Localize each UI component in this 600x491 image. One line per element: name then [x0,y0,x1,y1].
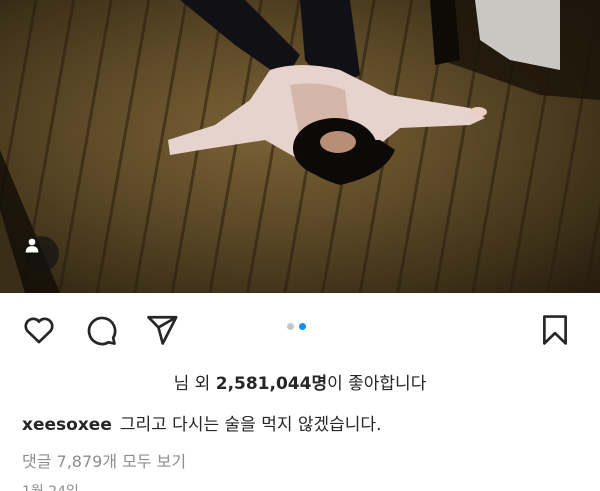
post-date: 1월 24일 [22,481,79,491]
comment-button[interactable] [84,313,118,347]
likes-summary[interactable]: 님 외 2,581,044명이 좋아합니다 [0,369,600,394]
bookmark-icon [543,315,567,345]
comment-bubble-icon [87,316,117,346]
share-button[interactable] [145,313,179,347]
carousel-dot-active[interactable] [299,323,306,330]
likes-suffix: 이 좋아합니다 [327,374,427,394]
person-icon [25,238,39,253]
like-button[interactable] [22,313,56,347]
paper-plane-icon [147,315,178,345]
heart-icon [24,317,54,344]
save-button[interactable] [538,313,572,347]
likes-prefix: 님 외 [173,374,216,394]
carousel-indicator [287,323,306,330]
caption-username[interactable]: xeesoxee [22,415,112,435]
likes-count[interactable]: 2,581,044명 [216,374,327,394]
view-all-comments-link[interactable]: 댓글 7,879개 모두 보기 [22,448,186,472]
carousel-dot[interactable] [287,323,294,330]
user-tag-button[interactable] [23,236,59,272]
post-caption: xeesoxee 그리고 다시는 술을 먹지 않겠습니다. [22,410,381,435]
caption-text: 그리고 다시는 술을 먹지 않겠습니다. [119,415,382,435]
photo-scene [0,0,600,293]
post-photo[interactable] [0,0,600,293]
